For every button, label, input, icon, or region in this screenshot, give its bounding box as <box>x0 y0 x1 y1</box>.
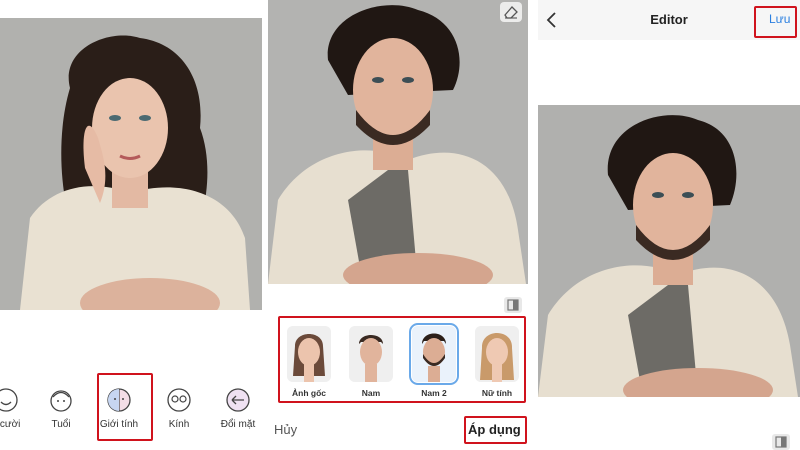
original-photo <box>0 18 262 310</box>
gender-tool-screen: n cười Tuổi Giới tính <box>0 0 266 450</box>
tool-label: Đổi mặt <box>220 419 256 430</box>
highlight-box <box>278 316 526 403</box>
editor-screen: Editor Lưu <box>538 0 800 450</box>
face-swap-icon <box>226 388 250 412</box>
edited-photo <box>538 105 800 397</box>
tool-label: Tuổi <box>51 419 71 430</box>
highlight-box <box>97 373 153 441</box>
compare-icon <box>507 299 519 311</box>
compare-button[interactable] <box>504 297 522 313</box>
compare-icon <box>775 436 787 448</box>
gender-select-screen: Ảnh gốc Nam Nam 2 Nữ tính Hủy Áp dụng <box>268 0 534 450</box>
tool-label: Kính <box>168 419 190 430</box>
highlight-box <box>464 416 527 444</box>
tool-glasses[interactable]: Kính <box>151 382 207 430</box>
eraser-button[interactable] <box>500 2 522 22</box>
cancel-button[interactable]: Hủy <box>274 422 297 437</box>
compare-button[interactable] <box>772 434 790 450</box>
tool-age[interactable]: Tuổi <box>33 382 89 430</box>
highlight-box <box>754 6 797 38</box>
tool-smile[interactable]: n cười <box>0 382 34 430</box>
smile-face-icon <box>0 388 18 412</box>
eraser-icon <box>504 6 518 19</box>
glasses-face-icon <box>167 388 191 412</box>
preview-photo <box>268 0 528 284</box>
tool-face-swap[interactable]: Đổi mặt <box>210 382 266 430</box>
tool-label: n cười <box>0 419 21 430</box>
age-face-icon <box>50 390 72 412</box>
